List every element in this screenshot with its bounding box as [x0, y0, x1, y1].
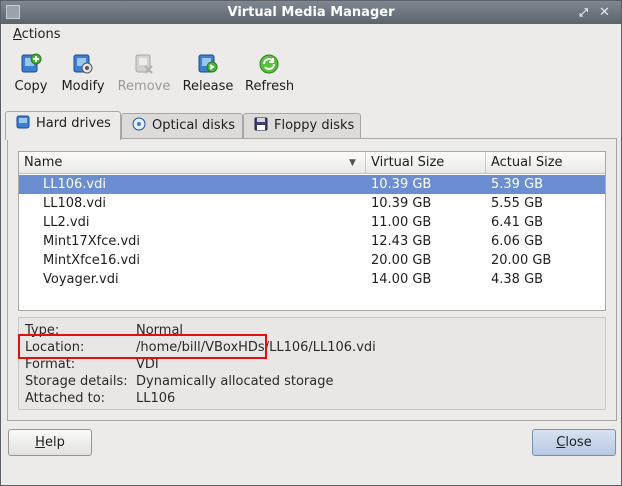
menu-bar: Actions [1, 25, 621, 45]
row-actual-size: 5.39 GB [491, 177, 544, 192]
floppy-disk-icon [254, 117, 268, 131]
row-virtual-size: 20.00 GB [371, 253, 432, 268]
storage-value: Dynamically allocated storage [136, 374, 334, 389]
refresh-button[interactable]: Refresh [245, 49, 295, 101]
window-title: Virtual Media Manager [227, 5, 395, 20]
column-header-virtual-size[interactable]: Virtual Size [366, 152, 486, 174]
row-actual-size: 6.41 GB [491, 215, 544, 230]
virtual-media-manager-window: Virtual Media Manager ⤢ ✕ Actions Copy M… [0, 0, 622, 486]
format-label: Format: [25, 357, 76, 372]
storage-label: Storage details: [25, 374, 128, 389]
menu-actions-rest: ctions [21, 27, 61, 42]
help-label-rest: elp [44, 435, 65, 450]
media-table[interactable]: Name ▼ Virtual Size Actual Size LL106.vd… [18, 151, 606, 311]
copy-button[interactable]: Copy [12, 49, 50, 101]
modify-icon [73, 54, 93, 74]
row-name: LL106.vdi [43, 177, 106, 192]
row-name: Mint17Xfce.vdi [43, 234, 141, 249]
attached-value: LL106 [136, 391, 176, 406]
tab-floppy-disks[interactable]: Floppy disks [243, 113, 361, 139]
table-row[interactable]: LL108.vdi 10.39 GB 5.55 GB [19, 194, 605, 213]
row-actual-size: 5.55 GB [491, 196, 544, 211]
close-button[interactable]: Close [532, 429, 616, 456]
menu-actions[interactable]: Actions [13, 27, 61, 42]
row-virtual-size: 10.39 GB [371, 177, 432, 192]
row-name: LL108.vdi [43, 196, 106, 211]
row-virtual-size: 10.39 GB [371, 196, 432, 211]
row-virtual-size: 14.00 GB [371, 272, 432, 287]
table-row[interactable]: LL106.vdi 10.39 GB 5.39 GB [19, 175, 605, 194]
row-name: LL2.vdi [43, 215, 90, 230]
refresh-icon [259, 54, 279, 74]
tab-hard-drives[interactable]: Hard drives [5, 111, 121, 140]
table-row[interactable]: LL2.vdi 11.00 GB 6.41 GB [19, 213, 605, 232]
maximize-icon[interactable]: ⤢ [576, 5, 591, 20]
attached-label: Attached to: [25, 391, 106, 406]
remove-button[interactable]: Remove [117, 49, 171, 101]
modify-label: Modify [61, 79, 105, 94]
column-header-name[interactable]: Name [19, 152, 366, 174]
title-bar[interactable]: Virtual Media Manager ⤢ ✕ [1, 1, 621, 24]
remove-label: Remove [117, 79, 171, 94]
hard-drive-icon [16, 115, 30, 129]
release-label: Release [182, 79, 234, 94]
column-header-actual-size[interactable]: Actual Size [486, 152, 605, 174]
toolbar: Copy Modify Remove Release Refresh [1, 49, 621, 103]
tab-optical-disks[interactable]: Optical disks [121, 113, 243, 139]
window-menu-icon[interactable] [6, 5, 20, 19]
row-virtual-size: 12.43 GB [371, 234, 432, 249]
tab-optical-disks-label: Optical disks [152, 118, 235, 133]
row-actual-size: 4.38 GB [491, 272, 544, 287]
table-header: Name ▼ Virtual Size Actual Size [19, 152, 605, 174]
row-actual-size: 20.00 GB [491, 253, 552, 268]
table-row[interactable]: MintXfce16.vdi 20.00 GB 20.00 GB [19, 251, 605, 270]
refresh-label: Refresh [245, 79, 295, 94]
remove-icon [135, 54, 153, 74]
tab-hard-drives-label: Hard drives [36, 116, 111, 131]
row-virtual-size: 11.00 GB [371, 215, 432, 230]
table-row[interactable]: Voyager.vdi 14.00 GB 4.38 GB [19, 270, 605, 289]
modify-button[interactable]: Modify [61, 49, 105, 101]
release-icon [198, 54, 218, 73]
format-value: VDI [136, 357, 159, 372]
table-row[interactable]: Mint17Xfce.vdi 12.43 GB 6.06 GB [19, 232, 605, 251]
sort-arrow-icon: ▼ [349, 158, 356, 168]
details-pane: Type: Normal Location: /home/bill/VBoxHD… [18, 317, 606, 410]
copy-label: Copy [14, 79, 48, 94]
close-window-icon[interactable]: ✕ [597, 5, 612, 20]
release-button[interactable]: Release [182, 49, 234, 101]
copy-icon [21, 53, 42, 73]
tab-panel: Name ▼ Virtual Size Actual Size LL106.vd… [7, 138, 617, 421]
annotation-highlight-box [18, 334, 267, 359]
tab-floppy-disks-label: Floppy disks [274, 118, 355, 133]
close-label-rest: lose [565, 435, 592, 450]
row-name: MintXfce16.vdi [43, 253, 141, 268]
help-button[interactable]: Help [8, 429, 92, 456]
optical-disk-icon [132, 117, 146, 131]
row-actual-size: 6.06 GB [491, 234, 544, 249]
row-name: Voyager.vdi [43, 272, 119, 287]
